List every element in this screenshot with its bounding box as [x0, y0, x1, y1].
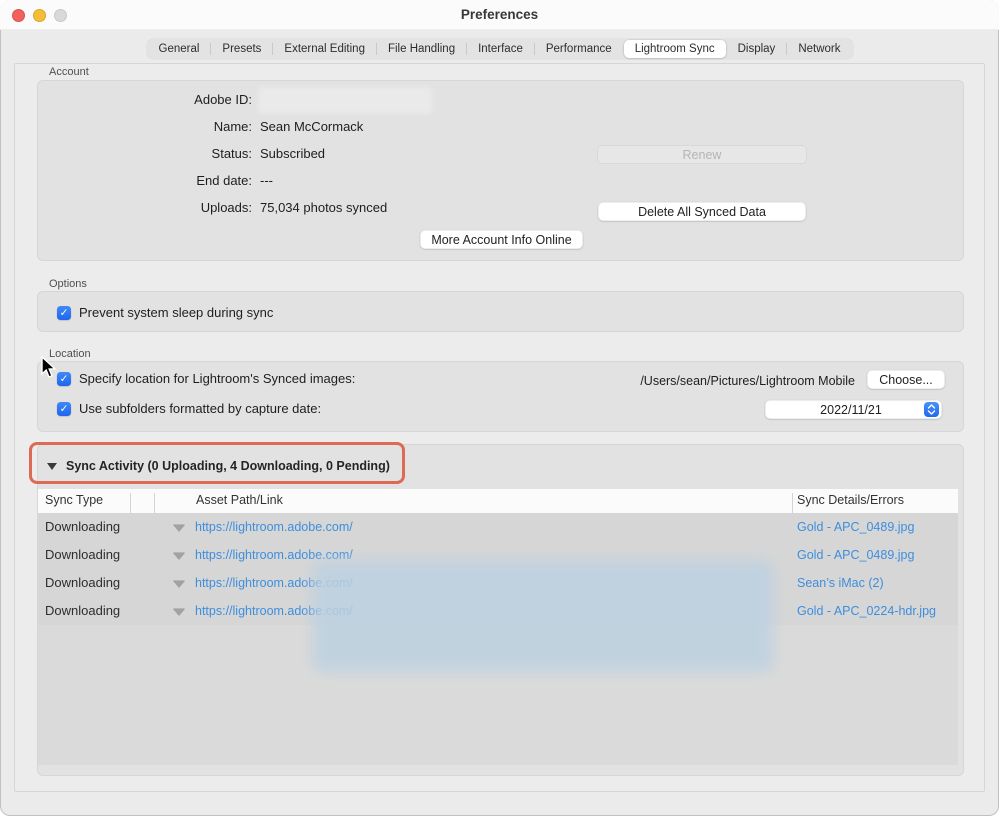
- specify-location-checkbox[interactable]: ✓: [57, 371, 71, 386]
- row-disclosure-arrow-icon[interactable]: [173, 553, 185, 560]
- tab-performance[interactable]: Performance: [535, 40, 623, 58]
- sync-details-link[interactable]: Gold - APC_0224-hdr.jpg: [797, 604, 936, 618]
- lightroom-sync-pane: Account Adobe ID: Name: Sean McCormack S…: [14, 63, 985, 792]
- asset-link[interactable]: https://lightroom.adobe.com/: [195, 520, 353, 534]
- tab-file-handling[interactable]: File Handling: [377, 40, 466, 58]
- name-value: Sean McCormack: [260, 119, 364, 134]
- row-disclosure-arrow-icon[interactable]: [173, 609, 185, 616]
- end-date-value: ---: [260, 173, 273, 188]
- account-field-status: Status: Subscribed: [38, 145, 963, 163]
- status-label: Status:: [211, 146, 252, 161]
- window-title: Preferences: [460, 7, 539, 22]
- uploads-value: 75,034 photos synced: [260, 200, 388, 215]
- sync-activity-group-box: Sync Activity (0 Uploading, 4 Downloadin…: [37, 444, 964, 776]
- redacted-adobe-id-value: [258, 87, 432, 114]
- disclosure-triangle-icon: [47, 462, 57, 470]
- redacted-asset-paths-blur: [312, 560, 774, 672]
- account-group-box: Adobe ID: Name: Sean McCormack Status: S…: [37, 80, 964, 261]
- header-divider: [154, 493, 155, 513]
- preferences-tab-bar: General Presets External Editing File Ha…: [0, 39, 999, 59]
- account-section-label: Account: [49, 66, 89, 78]
- title-bar: Preferences: [0, 0, 999, 30]
- header-divider: [792, 493, 793, 513]
- tab-presets[interactable]: Presets: [211, 40, 272, 58]
- header-divider: [130, 493, 131, 513]
- tab-display[interactable]: Display: [727, 40, 787, 58]
- delete-all-synced-data-button[interactable]: Delete All Synced Data: [598, 202, 806, 221]
- dropdown-stepper-icon: [924, 402, 939, 417]
- status-value: Subscribed: [260, 146, 326, 161]
- renew-button: Renew: [597, 145, 807, 164]
- prevent-sleep-label: Prevent system sleep during sync: [79, 305, 274, 320]
- options-group-box: ✓ Prevent system sleep during sync: [37, 291, 964, 332]
- column-sync-details: Sync Details/Errors: [797, 493, 904, 507]
- tab-lightroom-sync[interactable]: Lightroom Sync: [623, 40, 726, 58]
- more-account-info-button[interactable]: More Account Info Online: [420, 230, 583, 249]
- sync-table-header: Sync Type Asset Path/Link Sync Details/E…: [38, 489, 958, 513]
- prevent-sleep-checkbox[interactable]: ✓: [57, 305, 71, 320]
- sync-details-link[interactable]: Sean’s iMac (2): [797, 576, 884, 590]
- sync-details-link[interactable]: Gold - APC_0489.jpg: [797, 548, 914, 562]
- row-disclosure-arrow-icon[interactable]: [173, 581, 185, 588]
- subfolders-label: Use subfolders formatted by capture date…: [79, 401, 322, 416]
- uploads-label: Uploads:: [200, 200, 252, 215]
- sync-type-cell: Downloading: [45, 575, 121, 590]
- choose-location-button[interactable]: Choose...: [867, 370, 945, 389]
- sync-type-cell: Downloading: [45, 547, 121, 562]
- tab-external-editing[interactable]: External Editing: [273, 40, 376, 58]
- location-group-box: ✓ Specify location for Lightroom's Synce…: [37, 361, 964, 432]
- subfolders-row: ✓ Use subfolders formatted by capture da…: [57, 401, 321, 416]
- sync-activity-header-label: Sync Activity (0 Uploading, 4 Downloadin…: [66, 459, 390, 473]
- tab-general[interactable]: General: [148, 40, 211, 58]
- sync-details-link[interactable]: Gold - APC_0489.jpg: [797, 520, 914, 534]
- tab-network[interactable]: Network: [787, 40, 851, 58]
- tab-segmented-control: General Presets External Editing File Ha…: [146, 39, 853, 59]
- tab-interface[interactable]: Interface: [467, 40, 534, 58]
- adobe-id-label: Adobe ID:: [194, 92, 252, 107]
- account-field-end-date: End date: ---: [38, 172, 963, 190]
- sync-type-cell: Downloading: [45, 603, 121, 618]
- date-format-value: 2022/11/21: [820, 402, 882, 417]
- sync-activity-table: Sync Type Asset Path/Link Sync Details/E…: [38, 489, 958, 765]
- account-field-adobe-id: Adobe ID:: [38, 91, 963, 109]
- end-date-label: End date:: [196, 173, 252, 188]
- synced-images-path: /Users/sean/Pictures/Lightroom Mobile: [640, 374, 855, 388]
- preferences-window: Preferences General Presets External Edi…: [0, 0, 999, 816]
- location-section-label: Location: [49, 348, 91, 360]
- column-sync-type: Sync Type: [45, 493, 104, 507]
- sync-activity-disclosure[interactable]: Sync Activity (0 Uploading, 4 Downloadin…: [38, 453, 390, 479]
- specify-location-label: Specify location for Lightroom's Synced …: [79, 371, 356, 386]
- row-disclosure-arrow-icon[interactable]: [173, 525, 185, 532]
- name-label: Name:: [213, 119, 252, 134]
- prevent-sleep-row: ✓ Prevent system sleep during sync: [57, 305, 273, 320]
- account-field-uploads: Uploads: 75,034 photos synced: [38, 199, 963, 217]
- options-section-label: Options: [49, 278, 87, 290]
- sync-row: Downloading https://lightroom.adobe.com/…: [38, 513, 958, 541]
- sync-type-cell: Downloading: [45, 519, 121, 534]
- subfolders-checkbox[interactable]: ✓: [57, 401, 71, 416]
- account-field-name: Name: Sean McCormack: [38, 118, 963, 136]
- specify-location-row: ✓ Specify location for Lightroom's Synce…: [57, 371, 355, 386]
- column-asset-path: Asset Path/Link: [196, 493, 283, 507]
- date-format-dropdown[interactable]: 2022/11/21: [765, 400, 942, 419]
